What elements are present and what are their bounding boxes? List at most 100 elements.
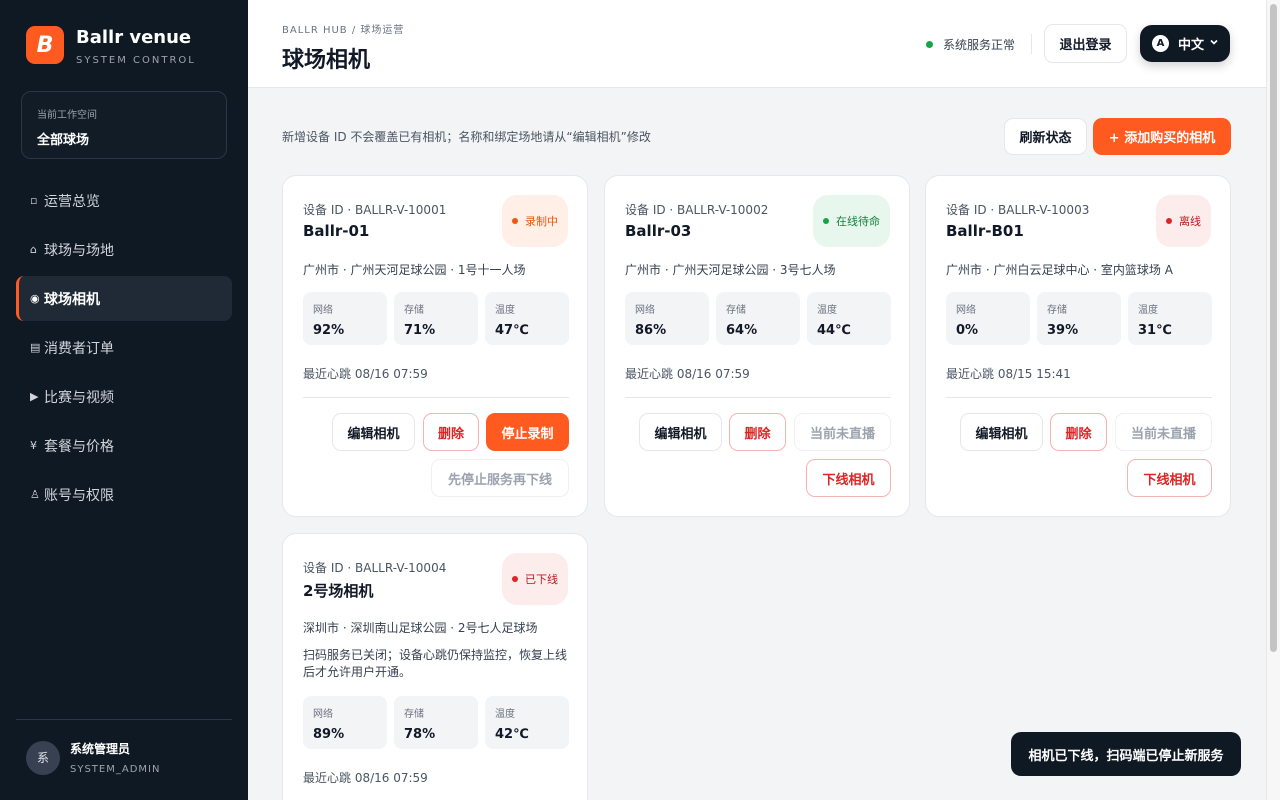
delete-button[interactable]: 删除 bbox=[729, 413, 786, 451]
last-heartbeat: 最近心跳 08/16 07:59 bbox=[303, 367, 428, 381]
scrollbar[interactable] bbox=[1266, 0, 1280, 800]
metric-label: 网络 bbox=[313, 709, 333, 720]
metric-value: 0% bbox=[956, 323, 979, 338]
camera-metrics: 网络 89% 存储 78% 温度 42℃ bbox=[303, 696, 569, 749]
brand-logo: B bbox=[26, 26, 64, 64]
metric-label: 温度 bbox=[817, 305, 837, 316]
camera-card: 设备 ID · BALLR-V-10003 Ballr-B01 离线 广州市 ·… bbox=[925, 175, 1231, 517]
receipt-icon: ▤ bbox=[30, 341, 41, 354]
not-live-button[interactable]: 当前未直播 bbox=[1115, 413, 1212, 451]
metric-label: 存储 bbox=[726, 305, 746, 316]
camera-name: Ballr-01 bbox=[303, 222, 370, 240]
metric-temperature: 温度 44℃ bbox=[807, 292, 891, 345]
card-divider bbox=[303, 397, 569, 398]
metric-label: 温度 bbox=[495, 305, 515, 316]
stop-service-first-button[interactable]: 先停止服务再下线 bbox=[431, 459, 569, 497]
last-heartbeat: 最近心跳 08/16 07:59 bbox=[625, 367, 750, 381]
card-divider bbox=[946, 397, 1212, 398]
sidebar-item-label: 运营总览 bbox=[44, 193, 100, 210]
metric-network: 网络 0% bbox=[946, 292, 1030, 345]
delete-button[interactable]: 删除 bbox=[1050, 413, 1107, 451]
device-id: 设备 ID · BALLR-V-10003 bbox=[946, 203, 1090, 217]
status-dot-icon bbox=[512, 576, 518, 582]
offline-note: 扫码服务已关闭；设备心跳仍保持监控，恢复上线后才允许用户开通。 bbox=[303, 648, 568, 679]
last-heartbeat: 最近心跳 08/15 15:41 bbox=[946, 367, 1071, 381]
metric-storage: 存储 78% bbox=[394, 696, 478, 749]
metric-value: 89% bbox=[313, 727, 345, 742]
metric-temperature: 温度 31℃ bbox=[1128, 292, 1212, 345]
edit-camera-button[interactable]: 编辑相机 bbox=[960, 413, 1043, 451]
camera-metrics: 网络 92% 存储 71% 温度 47℃ bbox=[303, 292, 569, 345]
camera-location: 广州市 · 广州白云足球中心 · 室内篮球场 A bbox=[946, 263, 1173, 277]
metric-storage: 存储 64% bbox=[716, 292, 800, 345]
sidebar-item-cameras[interactable]: ◉ 球场相机 bbox=[16, 276, 232, 321]
delete-button[interactable]: 删除 bbox=[423, 413, 479, 451]
camera-card: 设备 ID · BALLR-V-10002 Ballr-03 在线待命 广州市 … bbox=[604, 175, 910, 517]
take-offline-button[interactable]: 下线相机 bbox=[1127, 459, 1212, 497]
camera-icon: ◉ bbox=[30, 292, 40, 305]
workspace-value: 全部球场 bbox=[37, 133, 90, 148]
refresh-status-button[interactable]: 刷新状态 bbox=[1004, 118, 1087, 155]
camera-name: 2号场相机 bbox=[303, 582, 374, 600]
avatar: 系 bbox=[26, 740, 60, 775]
sidebar-item-label: 球场与场地 bbox=[44, 242, 114, 259]
sidebar-item-venues[interactable]: ⌂ 球场与场地 bbox=[16, 227, 232, 272]
status-dot-icon bbox=[823, 218, 829, 224]
language-icon: A bbox=[1152, 35, 1169, 52]
page-title: 球场相机 bbox=[282, 48, 371, 73]
metric-value: 31℃ bbox=[1138, 323, 1172, 338]
workspace-selector[interactable]: 当前工作空间 全部球场 bbox=[21, 91, 227, 159]
metric-value: 42℃ bbox=[495, 727, 529, 742]
scrollbar-thumb[interactable] bbox=[1270, 4, 1277, 652]
yen-icon: ¥ bbox=[30, 439, 37, 452]
sidebar: B Ballr venue SYSTEM CONTROL 当前工作空间 全部球场… bbox=[0, 0, 248, 800]
metric-network: 网络 86% bbox=[625, 292, 709, 345]
logout-button[interactable]: 退出登录 bbox=[1044, 24, 1127, 63]
metric-value: 92% bbox=[313, 323, 345, 338]
user-profile[interactable]: 系 系统管理员 SYSTEM_ADMIN bbox=[26, 740, 160, 775]
sidebar-item-overview[interactable]: ▫ 运营总览 bbox=[16, 178, 232, 223]
language-label: 中文 bbox=[1178, 38, 1205, 53]
chevron-down-icon bbox=[1209, 37, 1219, 50]
sidebar-item-label: 比赛与视频 bbox=[44, 389, 114, 406]
metric-label: 温度 bbox=[1138, 305, 1158, 316]
camera-name: Ballr-03 bbox=[625, 222, 692, 240]
not-live-button[interactable]: 当前未直播 bbox=[794, 413, 891, 451]
stop-recording-button[interactable]: 停止录制 bbox=[486, 413, 569, 451]
user-icon: ♙ bbox=[30, 488, 40, 501]
metric-value: 64% bbox=[726, 323, 758, 338]
play-icon: ▶ bbox=[30, 390, 39, 403]
metric-value: 71% bbox=[404, 323, 436, 338]
sidebar-nav: ▫ 运营总览 ⌂ 球场与场地 ◉ 球场相机 ▤ 消费者订单 ▶ 比赛与视频 ¥ 套餐与价格 … bbox=[16, 178, 232, 521]
metric-network: 网络 89% bbox=[303, 696, 387, 749]
edit-camera-button[interactable]: 编辑相机 bbox=[332, 413, 415, 451]
add-camera-button[interactable]: + 添加购买的相机 bbox=[1093, 118, 1231, 155]
sidebar-item-label: 球场相机 bbox=[44, 291, 100, 308]
camera-location: 深圳市 · 深圳南山足球公园 · 2号七人足球场 bbox=[303, 621, 538, 635]
metric-storage: 存储 71% bbox=[394, 292, 478, 345]
camera-location: 广州市 · 广州天河足球公园 · 1号十一人场 bbox=[303, 263, 526, 277]
metric-label: 网络 bbox=[313, 305, 333, 316]
service-status: 系统服务正常 bbox=[926, 36, 1015, 53]
sidebar-item-orders[interactable]: ▤ 消费者订单 bbox=[16, 325, 232, 370]
status-badge-text: 离线 bbox=[1179, 215, 1201, 228]
take-offline-button[interactable]: 下线相机 bbox=[806, 459, 891, 497]
metric-label: 存储 bbox=[404, 709, 424, 720]
edit-camera-button[interactable]: 编辑相机 bbox=[639, 413, 722, 451]
sidebar-item-accounts[interactable]: ♙ 账号与权限 bbox=[16, 472, 232, 517]
sidebar-item-label: 账号与权限 bbox=[44, 487, 114, 504]
status-dot-icon bbox=[1166, 218, 1172, 224]
metric-value: 39% bbox=[1047, 323, 1079, 338]
user-role: SYSTEM_ADMIN bbox=[70, 764, 161, 775]
workspace-label: 当前工作空间 bbox=[37, 110, 97, 121]
status-badge-text: 已下线 bbox=[525, 573, 558, 586]
metric-value: 86% bbox=[635, 323, 667, 338]
sidebar-item-matches[interactable]: ▶ 比赛与视频 bbox=[16, 374, 232, 419]
camera-location: 广州市 · 广州天河足球公园 · 3号七人场 bbox=[625, 263, 836, 277]
device-id: 设备 ID · BALLR-V-10001 bbox=[303, 203, 447, 217]
metric-label: 网络 bbox=[956, 305, 976, 316]
language-switcher[interactable]: A 中文 bbox=[1140, 25, 1230, 62]
metric-label: 温度 bbox=[495, 709, 515, 720]
status-badge: 录制中 bbox=[502, 195, 568, 247]
sidebar-item-pricing[interactable]: ¥ 套餐与价格 bbox=[16, 423, 232, 468]
